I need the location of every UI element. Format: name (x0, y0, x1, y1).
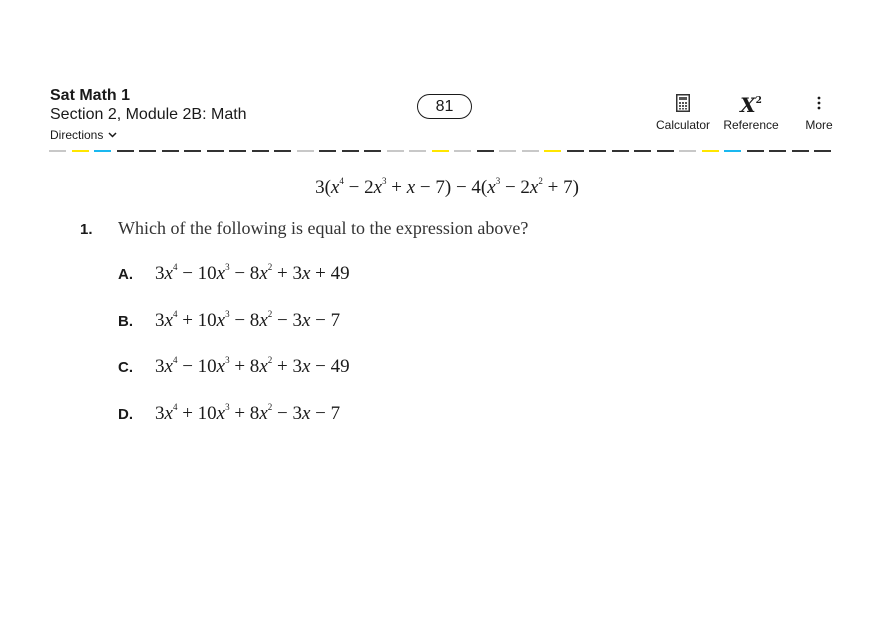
directions-toggle[interactable]: Directions (50, 127, 247, 143)
progress-segment-yellow (71, 150, 89, 152)
calculator-label: Calculator (655, 118, 711, 132)
progress-segment-dark (184, 150, 201, 152)
question-number: 1. (80, 221, 93, 238)
section-title: Section 2, Module 2B: Math (50, 106, 247, 123)
progress-segment-dark (229, 150, 246, 152)
progress-segment-dark (116, 150, 134, 152)
choice-text: 3x4 + 10x3 + 8x2 − 3x − 7 (155, 402, 341, 424)
reference-label: Reference (723, 118, 779, 132)
progress-segment-dark (769, 150, 786, 152)
expression: 3(x4 − 2x3 + x − 7) − 4(x3 − 2x2 + 7) (315, 176, 579, 198)
progress-segment-dark (251, 150, 269, 152)
reference-glyph-sup: 2 (755, 96, 762, 106)
choice-letter: B. (118, 313, 133, 330)
chevron-down-icon (108, 132, 117, 138)
progress-segment-yellow (544, 150, 561, 152)
reference-icon: X2 (740, 92, 762, 117)
progress-segment-dark (791, 150, 809, 152)
progress-segment-gray (499, 150, 516, 152)
progress-segment-dark (161, 150, 179, 152)
progress-segment-dark (611, 150, 629, 152)
choice-c[interactable]: C. 3x4 − 10x3 + 8x2 + 3x − 49 (118, 355, 350, 378)
choice-d[interactable]: D. 3x4 + 10x3 + 8x2 − 3x − 7 (118, 402, 340, 425)
progress-segment-dark (746, 150, 764, 152)
choice-text: 3x4 − 10x3 − 8x2 + 3x + 49 (155, 262, 350, 284)
choice-text: 3x4 − 10x3 + 8x2 + 3x − 49 (155, 355, 350, 377)
progress-segment-dark (274, 150, 291, 152)
progress-segment-dark (476, 150, 494, 152)
progress-segment-dark (656, 150, 674, 152)
progress-segment-dark (589, 150, 606, 152)
more-label: More (805, 118, 833, 132)
progress-segment-dark (139, 150, 156, 152)
question-number-text: 81 (435, 97, 454, 115)
question-number-badge[interactable]: 81 (417, 94, 472, 119)
choice-text: 3x4 + 10x3 − 8x2 − 3x − 7 (155, 309, 341, 331)
choice-letter: D. (118, 406, 133, 423)
progress-segment-dark (364, 150, 381, 152)
directions-label: Directions (50, 128, 104, 142)
reference-button[interactable]: X2 Reference (722, 92, 780, 132)
progress-segment-blue (94, 150, 111, 152)
progress-segment-gray (49, 150, 66, 152)
more-vertical-icon (817, 92, 821, 114)
header-left: Sat Math 1 Section 2, Module 2B: Math Di… (50, 86, 247, 143)
progress-segment-gray (386, 150, 404, 152)
question: 1. Which of the following is equal to th… (80, 218, 528, 239)
test-title: Sat Math 1 (50, 87, 131, 104)
progress-segment-blue (724, 150, 741, 152)
choice-b[interactable]: B. 3x4 + 10x3 − 8x2 − 3x − 7 (118, 309, 340, 332)
progress-segment-gray (296, 150, 314, 152)
progress-segment-yellow (431, 150, 449, 152)
progress-segment-dark (634, 150, 651, 152)
choice-letter: A. (118, 266, 133, 283)
question-prompt: Which of the following is equal to the e… (118, 218, 529, 238)
progress-segment-gray (521, 150, 539, 152)
calculator-button[interactable]: Calculator (654, 92, 712, 132)
calculator-icon (676, 92, 690, 114)
progress-segment-gray (454, 150, 471, 152)
more-button[interactable]: More (800, 92, 838, 132)
progress-segment-gray (679, 150, 696, 152)
progress-segment-dark (566, 150, 584, 152)
progress-segment-dark (206, 150, 224, 152)
choice-letter: C. (118, 359, 133, 376)
progress-segment-dark (814, 150, 831, 152)
reference-glyph: X (740, 93, 756, 117)
progress-segment-yellow (701, 150, 719, 152)
choice-a[interactable]: A. 3x4 − 10x3 − 8x2 + 3x + 49 (118, 262, 350, 285)
progress-segment-gray (409, 150, 426, 152)
progress-segment-dark (341, 150, 359, 152)
question-progress-bar (49, 150, 849, 153)
progress-segment-dark (319, 150, 336, 152)
